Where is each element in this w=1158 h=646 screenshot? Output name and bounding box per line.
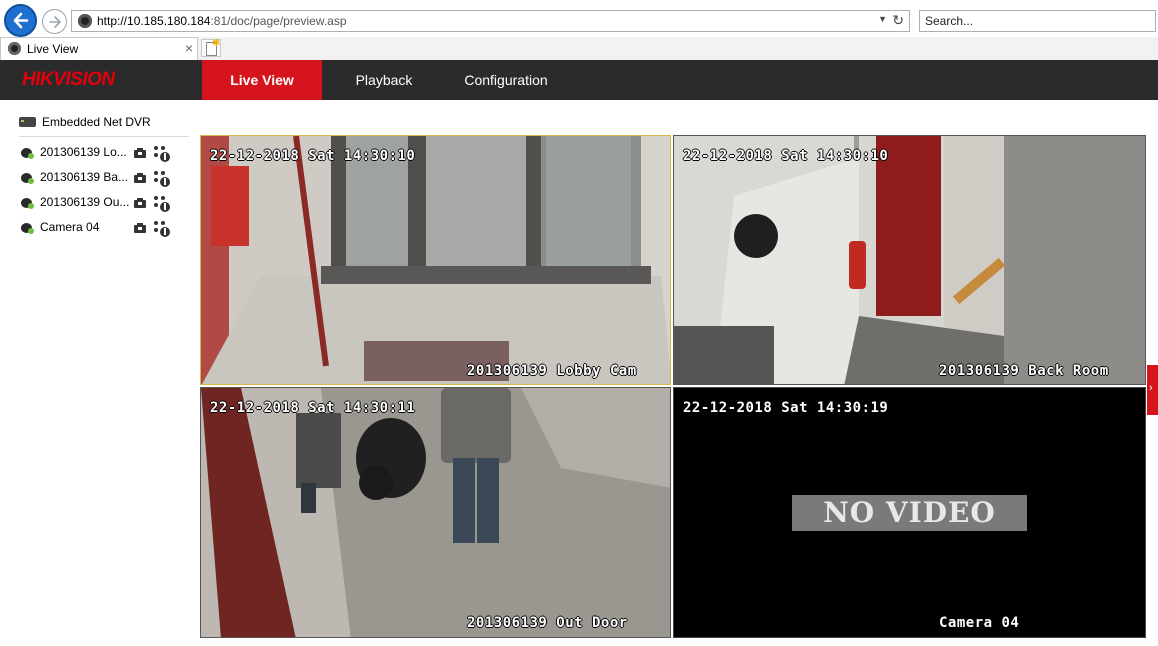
side-panel-toggle[interactable]: › [1147, 365, 1158, 415]
no-video-banner: NO VIDEO [792, 495, 1027, 531]
camera-label: Camera 04 [40, 220, 100, 234]
osd-timestamp: 22-12-2018 Sat 14:30:10 [683, 148, 889, 164]
camera-info-icon[interactable] [153, 170, 170, 187]
camera-info-icon[interactable] [153, 145, 170, 162]
camera-label: 201306139 Ou... [40, 195, 130, 209]
browser-tab-bar: Live View × ✱ [0, 37, 1158, 61]
forward-arrow-icon [49, 16, 61, 28]
browser-tab-live-view[interactable]: Live View × [0, 37, 198, 60]
dvr-device-row[interactable]: Embedded Net DVR [19, 114, 189, 137]
back-arrow-icon [13, 12, 29, 29]
tab-favicon-icon [8, 42, 21, 55]
url-path: :81/doc/page/preview.asp [210, 14, 347, 28]
video-tile-camera-04[interactable]: 22-12-2018 Sat 14:30:19 NO VIDEO Camera … [673, 387, 1146, 638]
tab-playback[interactable]: Playback [334, 60, 434, 100]
star-icon: ✱ [212, 38, 221, 49]
app-header: HIKVISION Live View Playback Configurati… [0, 60, 1158, 100]
video-tile-out-door[interactable]: 22-12-2018 Sat 14:30:11 201306139 Out Do… [200, 387, 671, 638]
osd-camera-name: 201306139 Out Door [467, 615, 628, 631]
record-icon[interactable] [134, 173, 146, 183]
record-icon[interactable] [134, 148, 146, 158]
camera-row-1[interactable]: 201306139 Lo... [20, 144, 190, 164]
camera-label: 201306139 Lo... [40, 145, 127, 159]
chevron-right-icon: › [1149, 382, 1153, 394]
url-field[interactable]: http://10.185.180.184:81/doc/page/previe… [71, 10, 910, 32]
logo-vision: VISION [53, 69, 115, 90]
refresh-icon[interactable]: ↻ [892, 12, 904, 29]
camera-icon [20, 171, 34, 184]
camera-icon [20, 146, 34, 159]
back-button[interactable] [4, 4, 37, 37]
site-favicon-icon [78, 14, 92, 28]
camera-row-3[interactable]: 201306139 Ou... [20, 194, 190, 214]
url-text[interactable]: http://10.185.180.184:81/doc/page/previe… [97, 14, 347, 28]
video-grid: 22-12-2018 Sat 14:30:10 201306139 Lobby … [200, 135, 1146, 639]
dvr-label: Embedded Net DVR [42, 115, 151, 129]
tab-title: Live View [27, 42, 79, 56]
osd-timestamp: 22-12-2018 Sat 14:30:10 [210, 148, 416, 164]
camera-label: 201306139 Ba... [40, 170, 129, 184]
video-tile-lobby[interactable]: 22-12-2018 Sat 14:30:10 201306139 Lobby … [200, 135, 671, 385]
out-door-camera-feed [201, 388, 670, 637]
camera-icon [20, 221, 34, 234]
hikvision-logo: HIKVISION [22, 69, 115, 91]
camera-info-icon[interactable] [153, 195, 170, 212]
record-icon[interactable] [134, 223, 146, 233]
osd-timestamp: 22-12-2018 Sat 14:30:19 [683, 400, 889, 416]
new-tab-button[interactable]: ✱ [201, 38, 221, 57]
camera-info-icon[interactable] [153, 220, 170, 237]
osd-camera-name: Camera 04 [939, 615, 1020, 631]
search-input[interactable] [925, 14, 1145, 28]
forward-button[interactable] [42, 9, 67, 34]
camera-row-2[interactable]: 201306139 Ba... [20, 169, 190, 189]
url-domain: http://10.185.180.184 [97, 14, 211, 28]
camera-icon [20, 196, 34, 209]
dvr-icon [19, 117, 36, 127]
close-icon[interactable]: × [185, 40, 193, 56]
browser-address-bar: http://10.185.180.184:81/doc/page/previe… [0, 0, 1158, 37]
back-room-camera-feed [674, 136, 1145, 384]
video-tile-back-room[interactable]: 22-12-2018 Sat 14:30:10 201306139 Back R… [673, 135, 1146, 385]
osd-timestamp: 22-12-2018 Sat 14:30:11 [210, 400, 416, 416]
chevron-down-icon[interactable]: ▼ [878, 14, 887, 24]
osd-camera-name: 201306139 Lobby Cam [467, 363, 637, 379]
tab-configuration[interactable]: Configuration [446, 60, 566, 100]
osd-camera-name: 201306139 Back Room [939, 363, 1109, 379]
logo-hik: HIK [22, 69, 54, 90]
record-icon[interactable] [134, 198, 146, 208]
lobby-camera-feed [201, 136, 670, 384]
camera-row-4[interactable]: Camera 04 [20, 219, 190, 239]
tab-live-view[interactable]: Live View [202, 60, 322, 100]
device-tree: Embedded Net DVR 201306139 Lo... 2013061… [0, 100, 200, 646]
search-box[interactable] [919, 10, 1156, 32]
